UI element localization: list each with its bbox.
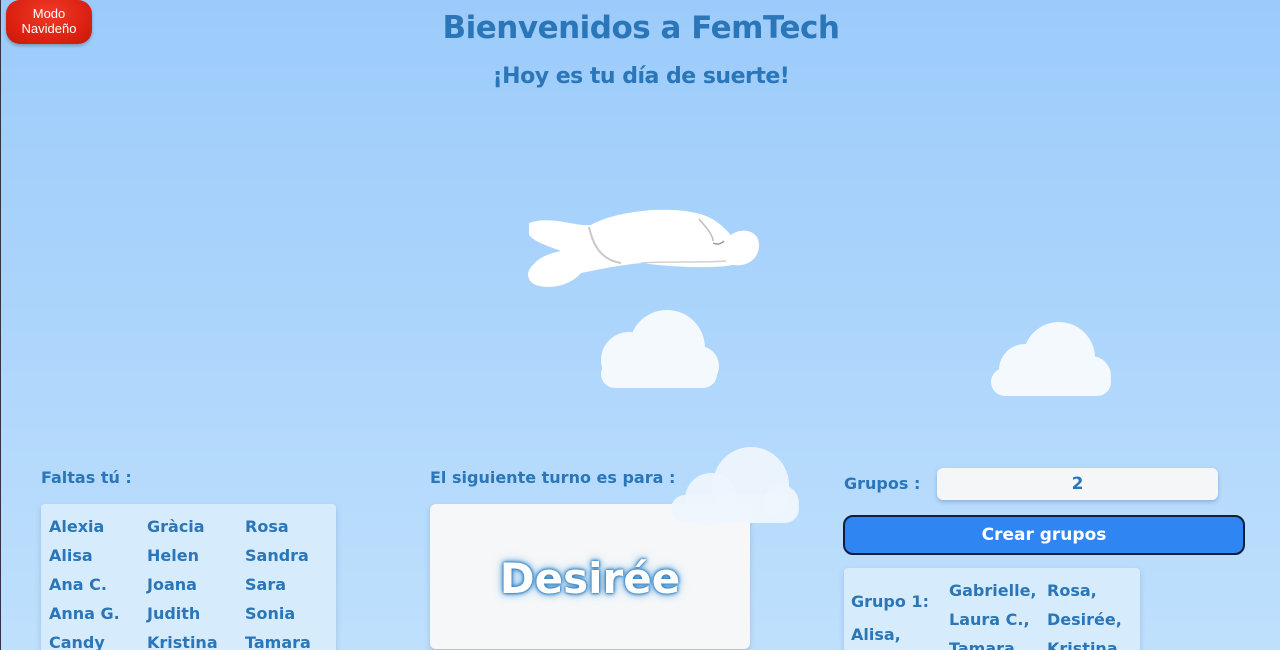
missing-name-item: Tamara [245, 633, 311, 650]
group-member: Desirée, [1047, 610, 1122, 629]
missing-name-item: Judith [147, 604, 201, 623]
missing-name-item: Joana [147, 575, 197, 594]
group-1-col-2: Gabrielle, Laura C., Tamara, [949, 576, 1037, 650]
missing-name-item: Alexia [49, 517, 105, 536]
page-title: Bienvenidos a FemTech [442, 10, 840, 46]
missing-name-item: Sonia [245, 604, 296, 623]
group-member: Rosa, [1047, 581, 1097, 600]
group-1-col-3: Rosa, Desirée, Kristina, [1047, 576, 1124, 650]
flying-ghost-illustration [528, 209, 759, 287]
missing-name-item: Alisa [49, 546, 93, 565]
cloud-icon [601, 310, 719, 388]
missing-names-panel: Alexia Gràcia Rosa Alisa Helen Sandra Ana C. Jo… [41, 504, 336, 650]
next-turn-label: El siguiente turno es para : [430, 468, 676, 487]
create-groups-button[interactable]: Crear grupos [843, 515, 1245, 555]
missing-name-item: Anna G. [49, 604, 120, 623]
groups-label: Grupos : [844, 474, 921, 493]
missing-name-item: Sara [245, 575, 287, 594]
missing-name-item: Kristina [147, 633, 218, 650]
group-member: Laura C., [949, 610, 1030, 629]
group-member: Gabrielle, [949, 581, 1037, 600]
missing-name-item: Candy [49, 633, 105, 650]
groups-count-input[interactable]: 2 [937, 468, 1218, 500]
missing-names-list: Alexia Gràcia Rosa Alisa Helen Sandra Ana C. Jo… [49, 515, 336, 650]
missing-name-item: Gràcia [147, 517, 205, 536]
group-1-label: Grupo 1: [851, 592, 929, 611]
group-member: Kristina, [1047, 639, 1124, 650]
groups-result-panel: Grupo 1: Alisa, Gabrielle, Laura C., Tam… [844, 568, 1140, 650]
cloud-icon [671, 447, 799, 525]
page-subtitle: ¡Hoy es tu día de suerte! [492, 64, 790, 89]
missing-label: Faltas tú : [41, 468, 132, 487]
missing-name-item: Sandra [245, 546, 309, 565]
missing-name-item: Ana C. [49, 575, 107, 594]
missing-name-item: Rosa [245, 517, 289, 536]
group-member: Tamara, [949, 639, 1021, 650]
next-turn-name: Desirée [499, 554, 681, 603]
missing-name-item: Helen [147, 546, 199, 565]
group-1-col-1: Alisa, [851, 620, 901, 649]
group-member: Alisa, [851, 625, 901, 644]
cloud-icon [991, 322, 1111, 396]
